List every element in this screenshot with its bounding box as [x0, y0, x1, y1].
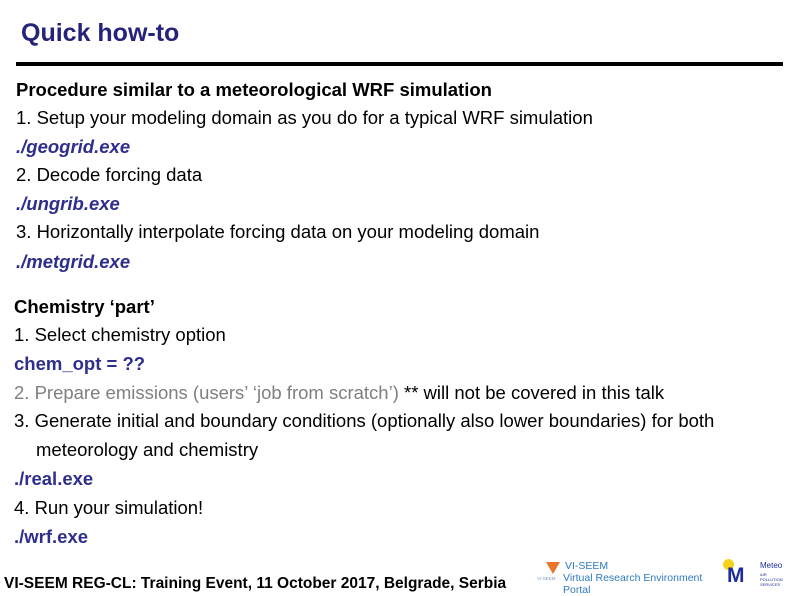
command-real: ./real.exe	[14, 468, 94, 489]
meteo-logo: M Meteo AIR POLLUTION SERVICES	[723, 559, 785, 587]
viseem-logo: VI-SEEM VI-SEEM Virtual Research Environ…	[537, 560, 722, 596]
command-chem-opt: chem_opt = ??	[14, 353, 146, 374]
viseem-logo-subtitle: Virtual Research Environment Portal	[563, 572, 703, 596]
meteo-logo-letter: M	[727, 564, 745, 587]
step-generate-conditions: 3. Generate initial and boundary conditi…	[14, 410, 715, 431]
command-ungrib: ./ungrib.exe	[16, 193, 120, 214]
meteo-logo-name: Meteo	[760, 561, 783, 570]
command-geogrid: ./geogrid.exe	[16, 136, 131, 157]
slide-title: Quick how-to	[21, 19, 180, 47]
command-metgrid: ./metgrid.exe	[16, 251, 131, 272]
step-prepare-emissions-note: ** will not be covered in this talk	[398, 382, 665, 403]
step-setup-domain: 1. Setup your modeling domain as you do …	[16, 107, 593, 128]
title-divider	[16, 62, 783, 66]
step-select-chemistry: 1. Select chemistry option	[14, 324, 226, 345]
step-decode-forcing: 2. Decode forcing data	[16, 164, 203, 185]
step-run-simulation: 4. Run your simulation!	[14, 497, 204, 518]
viseem-triangle-icon	[546, 562, 560, 574]
step-prepare-emissions: 2. Prepare emissions (users’ ‘job from s…	[14, 381, 664, 405]
step-prepare-emissions-muted: 2. Prepare emissions (users’ ‘job from s…	[14, 382, 399, 403]
step-generate-conditions-cont: meteorology and chemistry	[36, 439, 259, 460]
viseem-logo-small: VI-SEEM	[537, 576, 556, 581]
meteo-logo-small: AIR POLLUTION SERVICES	[760, 572, 783, 587]
section2-heading: Chemistry ‘part’	[14, 296, 155, 317]
section1-heading: Procedure similar to a meteorological WR…	[16, 79, 492, 100]
step-interpolate: 3. Horizontally interpolate forcing data…	[16, 221, 540, 242]
command-wrf: ./wrf.exe	[14, 526, 89, 547]
footer-event-info: VI-SEEM REG-CL: Training Event, 11 Octob…	[4, 575, 507, 592]
viseem-logo-name: VI-SEEM	[565, 560, 609, 572]
